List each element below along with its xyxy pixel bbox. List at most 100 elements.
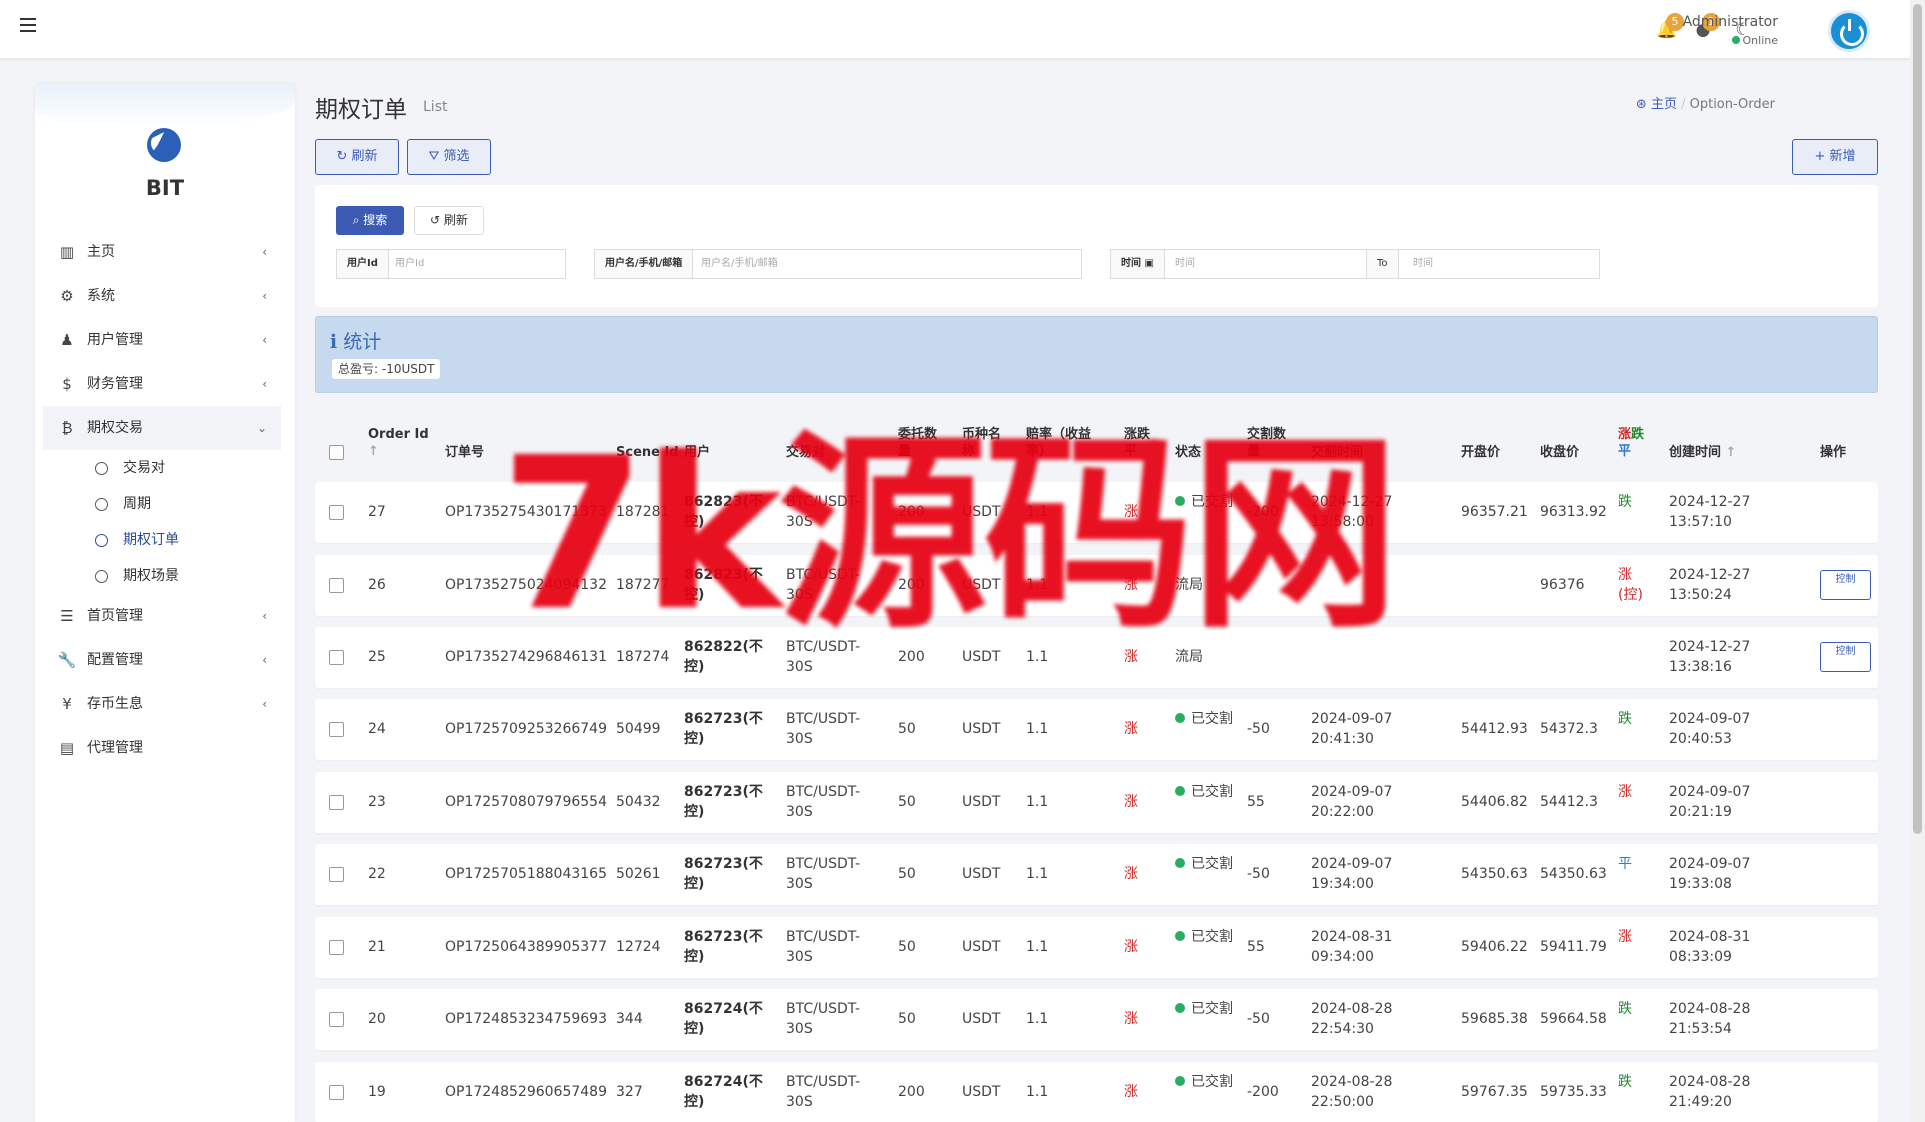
cell-stime: 2024-09-07 19:34:00 <box>1311 856 1393 892</box>
dashboard-icon: ⊛ <box>1635 97 1651 112</box>
time-range-field[interactable]: 时间 ▣ 时间 To 时间 <box>1110 249 1600 279</box>
th-order-id[interactable]: Order Id ↑ <box>368 426 429 460</box>
cell-result: 跌 <box>1618 1074 1632 1090</box>
select-all-checkbox[interactable] <box>329 445 344 460</box>
add-button[interactable]: + 新增 <box>1792 139 1878 175</box>
sidebar-item-options-trading[interactable]: ₿ 期权交易 ⌄ <box>43 406 281 450</box>
cell-status: 已交割 <box>1175 782 1237 802</box>
sidebar-subitem-option-orders[interactable]: 期权订单 <box>43 522 281 558</box>
chevron-left-icon: ‹ <box>262 245 267 259</box>
th-action: 操作 <box>1820 445 1847 460</box>
cell-settle: 55 <box>1247 939 1265 955</box>
cell-pair: BTC/USDT-30S <box>786 711 861 747</box>
cell-settle: -50 <box>1247 721 1270 737</box>
th-created[interactable]: 创建时间 ↑ <box>1669 444 1736 461</box>
user-id-field[interactable]: 用户Id 用户Id <box>336 249 566 279</box>
user-name-label: 用户名/手机/邮箱 <box>595 250 694 278</box>
row-checkbox[interactable] <box>329 867 344 882</box>
menu-toggle-icon[interactable] <box>20 18 36 32</box>
cell-coin: USDT <box>962 866 1001 882</box>
time-label-text: 时间 <box>1121 258 1141 269</box>
row-checkbox[interactable] <box>329 505 344 520</box>
cell-pair: BTC/USDT-30S <box>786 784 861 820</box>
chevron-left-icon: ‹ <box>262 697 267 711</box>
row-checkbox[interactable] <box>329 1012 344 1027</box>
sidebar-item-agents[interactable]: ▤ 代理管理 <box>43 726 281 770</box>
row-checkbox[interactable] <box>329 1085 344 1100</box>
sidebar-item-users[interactable]: ♟ 用户管理 ‹ <box>43 318 281 362</box>
user-name-field[interactable]: 用户名/手机/邮箱 用户名/手机/邮箱 <box>594 249 1082 279</box>
sidebar-subitem-label: 交易对 <box>123 460 165 476</box>
sidebar-subitem-label: 期权订单 <box>123 532 179 548</box>
breadcrumb-home[interactable]: ⊛ 主页 <box>1636 97 1677 112</box>
total-pnl-badge: 总盈亏: -10USDT <box>332 359 441 379</box>
cell-no: OP1725064389905377 <box>445 939 607 955</box>
cell-scene: 12724 <box>616 939 661 955</box>
cell-created: 2024-08-31 08:33:09 <box>1669 929 1751 965</box>
cell-no: OP1725705188043165 <box>445 866 607 882</box>
bell-icon[interactable]: 🔔 5 <box>1656 13 1684 42</box>
filter-button[interactable]: ⛛ 筛选 <box>407 139 491 175</box>
cell-close: 59664.58 <box>1540 1011 1607 1027</box>
cell-pair: BTC/USDT-30S <box>786 1001 861 1037</box>
sidebar-item-label: 代理管理 <box>87 740 143 756</box>
sidebar-item-system[interactable]: ⚙ 系统 ‹ <box>43 274 281 318</box>
avatar[interactable] <box>1828 10 1870 52</box>
sidebar-subitem-period[interactable]: 周期 <box>43 486 281 522</box>
cell-coin: USDT <box>962 721 1001 737</box>
cell-created: 2024-09-07 19:33:08 <box>1669 856 1751 892</box>
sidebar-item-label: 存币生息 <box>87 696 143 712</box>
cell-status: 已交割 <box>1175 927 1237 947</box>
cell-close: 96313.92 <box>1540 504 1607 520</box>
search-button[interactable]: ⌕ 搜索 <box>336 206 404 235</box>
reset-button[interactable]: ↺ 刷新 <box>414 206 484 235</box>
circle-icon <box>95 498 108 511</box>
user-name[interactable]: Administrator <box>1683 14 1778 30</box>
sidebar-item-finance[interactable]: $ 财务管理 ‹ <box>43 362 281 406</box>
cell-rate: 1.1 <box>1026 866 1049 882</box>
control-button[interactable]: 控制 <box>1820 570 1871 600</box>
scrollbar-thumb[interactable] <box>1913 4 1922 834</box>
th-order-no: 订单号 <box>445 445 485 460</box>
status-text: 已交割 <box>1191 1074 1233 1090</box>
cell-scene: 50261 <box>616 866 661 882</box>
sidebar-item-homepage-mgmt[interactable]: ☰ 首页管理 ‹ <box>43 594 281 638</box>
cell-result: 跌 <box>1618 711 1632 727</box>
cell-amount: 200 <box>898 1084 925 1100</box>
row-checkbox[interactable] <box>329 795 344 810</box>
sidebar-item-staking[interactable]: ¥ 存币生息 ‹ <box>43 682 281 726</box>
row-checkbox[interactable] <box>329 940 344 955</box>
refresh-button[interactable]: ↻ 刷新 <box>315 139 399 175</box>
cell-close: 54372.3 <box>1540 721 1598 737</box>
notification-badge: 5 <box>1666 13 1684 31</box>
user-name-placeholder: 用户名/手机/邮箱 <box>701 258 778 269</box>
sidebar-item-home[interactable]: ▥ 主页 ‹ <box>43 230 281 274</box>
cell-open: 59767.35 <box>1461 1084 1528 1100</box>
search-panel <box>315 185 1878 307</box>
control-button[interactable]: 控制 <box>1820 642 1871 672</box>
status-dot-icon <box>1175 931 1185 941</box>
cell-result: 跌 <box>1618 494 1632 510</box>
sidebar-subitem-pairs[interactable]: 交易对 <box>43 450 281 486</box>
sidebar-item-config[interactable]: 🔧 配置管理 ‹ <box>43 638 281 682</box>
cell-dir: 涨 <box>1124 721 1138 737</box>
cell-created: 2024-09-07 20:21:19 <box>1669 784 1751 820</box>
cell-created: 2024-12-27 13:50:24 <box>1669 567 1751 603</box>
row-checkbox[interactable] <box>329 578 344 593</box>
cell-user: 862724(不控) <box>684 1074 763 1110</box>
sidebar-nav: ▥ 主页 ‹ ⚙ 系统 ‹ ♟ 用户管理 ‹ $ 财务管理 ‹ ₿ 期权交易 ⌄ 交易对 周期 期权… <box>43 230 281 770</box>
cell-status: 已交割 <box>1175 1072 1237 1092</box>
plus-icon: + <box>1814 149 1830 164</box>
user-id-placeholder: 用户Id <box>395 258 425 269</box>
page-subtitle: List <box>423 99 448 115</box>
sidebar-item-label: 配置管理 <box>87 652 143 668</box>
watermark: 7k源码网 <box>500 412 1400 657</box>
cell-amount: 50 <box>898 939 916 955</box>
search-label: 搜索 <box>363 213 388 227</box>
row-checkbox[interactable] <box>329 722 344 737</box>
cell-created: 2024-08-28 21:49:20 <box>1669 1074 1751 1110</box>
sidebar-subitem-option-scenes[interactable]: 期权场景 <box>43 558 281 594</box>
cell-status: 已交割 <box>1175 999 1237 1019</box>
row-checkbox[interactable] <box>329 650 344 665</box>
page-scrollbar[interactable] <box>1910 0 1925 1122</box>
